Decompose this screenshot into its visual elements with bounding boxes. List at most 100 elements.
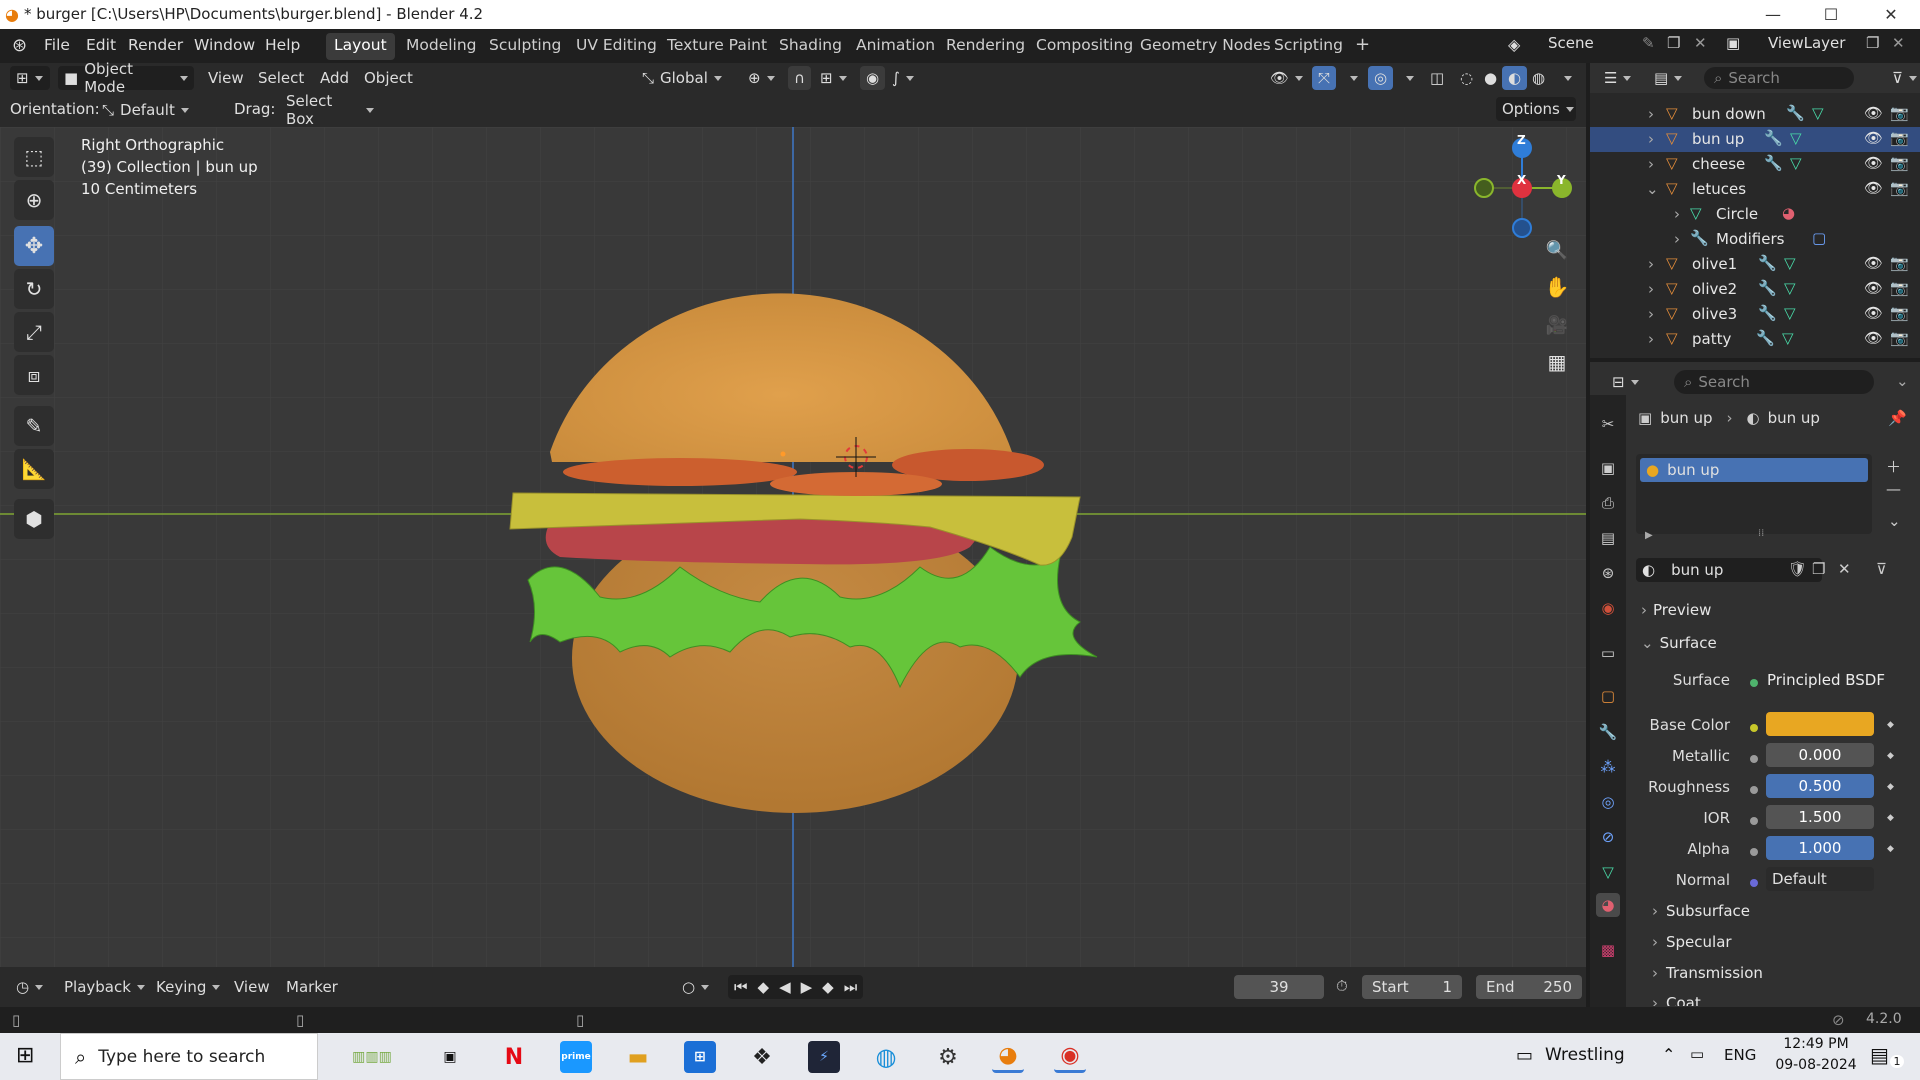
- delete-view-layer-icon[interactable]: ✕: [1892, 34, 1905, 52]
- tab-scripting[interactable]: Scripting: [1266, 33, 1351, 60]
- add-cube-tool[interactable]: ⬢: [14, 499, 54, 539]
- play-icon[interactable]: ▶: [801, 978, 813, 996]
- outliner-row-olive3[interactable]: › ▽ olive3 🔧 ▽ 👁 📷: [1590, 302, 1920, 327]
- timeline-editor-type[interactable]: ◷: [10, 975, 49, 999]
- visibility-eye-icon[interactable]: 👁: [1864, 129, 1883, 147]
- expand-icon[interactable]: ›: [1648, 130, 1654, 148]
- add-workspace-button[interactable]: +: [1347, 31, 1378, 58]
- display-mode-dropdown[interactable]: ▤: [1648, 66, 1688, 90]
- coat-section[interactable]: › Coat: [1652, 994, 1701, 1006]
- visibility-eye-icon[interactable]: 👁: [1864, 154, 1883, 172]
- material-shading-button[interactable]: ◐: [1502, 66, 1528, 90]
- notification-icon[interactable]: ▤: [1870, 1043, 1889, 1067]
- tab-modeling[interactable]: Modeling: [398, 33, 485, 60]
- specular-section[interactable]: › Specular: [1652, 933, 1732, 951]
- tab-animation[interactable]: Animation: [848, 33, 943, 60]
- tab-geometry-nodes[interactable]: Geometry Nodes: [1132, 33, 1279, 60]
- visibility-eye-icon[interactable]: 👁: [1864, 179, 1883, 197]
- jump-start-icon[interactable]: ⏮: [734, 978, 748, 996]
- timeline-view-menu[interactable]: View: [228, 975, 276, 999]
- outliner-editor-type[interactable]: ☰: [1598, 66, 1637, 90]
- expand-icon[interactable]: ›: [1648, 155, 1654, 173]
- visibility-eye-icon[interactable]: 👁: [1864, 254, 1883, 272]
- tray-chevron-icon[interactable]: ⌃: [1662, 1045, 1675, 1064]
- tab-object[interactable]: ▢: [1596, 684, 1620, 708]
- properties-search-input[interactable]: ⌕ Search: [1674, 370, 1874, 394]
- editor-type-button[interactable]: ⊞: [10, 66, 50, 90]
- surface-section[interactable]: ⌄ Surface: [1641, 634, 1717, 652]
- unlink-material-icon[interactable]: ✕: [1838, 560, 1851, 578]
- end-frame-field[interactable]: End 250: [1476, 975, 1582, 999]
- menu-render[interactable]: Render: [128, 36, 183, 54]
- viewport-menu-select[interactable]: Select: [252, 66, 310, 90]
- base-color-swatch[interactable]: [1766, 712, 1874, 736]
- jump-end-icon[interactable]: ⏭: [844, 978, 858, 996]
- minimize-button[interactable]: —: [1744, 0, 1802, 29]
- keyframe-dot-icon[interactable]: ◆: [1887, 751, 1894, 761]
- delete-scene-icon[interactable]: ✕: [1694, 34, 1707, 52]
- outliner-search-input[interactable]: ⌕ Search: [1704, 67, 1854, 89]
- render-camera-icon[interactable]: 📷: [1890, 279, 1909, 297]
- duplicate-material-icon[interactable]: ❐: [1812, 560, 1825, 578]
- autokey-toggle[interactable]: ○: [676, 975, 715, 999]
- rotate-tool[interactable]: ↻: [14, 269, 54, 309]
- scene-name[interactable]: Scene: [1548, 34, 1594, 52]
- chevron-down-icon[interactable]: ⌄: [1896, 372, 1909, 390]
- new-scene-icon[interactable]: ❐: [1667, 34, 1680, 52]
- overlay-dropdown[interactable]: [1394, 66, 1420, 90]
- edge-icon[interactable]: ◍: [870, 1041, 902, 1073]
- tab-constraints[interactable]: ⊘: [1596, 825, 1620, 849]
- news-widget-icon[interactable]: ▥▥▥: [324, 1041, 420, 1073]
- play-reverse-icon[interactable]: ◀: [779, 978, 791, 996]
- material-name-field[interactable]: bun up: [1671, 561, 1723, 579]
- expand-icon[interactable]: ›: [1648, 280, 1654, 298]
- language-indicator[interactable]: ENG: [1724, 1046, 1756, 1064]
- taskbar-search-input[interactable]: ⌕ Type here to search: [60, 1033, 318, 1080]
- tab-output[interactable]: ⎙: [1596, 491, 1620, 515]
- store-icon[interactable]: ⊞: [684, 1041, 716, 1073]
- pan-button[interactable]: ✋: [1540, 270, 1574, 304]
- zoom-button[interactable]: 🔍: [1540, 233, 1574, 267]
- outliner-row-cheese[interactable]: › ▽ cheese 🔧 ▽ 👁 📷: [1590, 152, 1920, 177]
- visibility-dropdown[interactable]: 👁: [1264, 66, 1309, 90]
- orientation-dropdown[interactable]: ⤡ Default: [96, 98, 216, 122]
- properties-editor-type[interactable]: ⊟: [1606, 370, 1645, 394]
- ortho-toggle-button[interactable]: ▦: [1540, 345, 1574, 379]
- close-button[interactable]: ✕: [1862, 0, 1920, 29]
- viewport-menu-add[interactable]: Add: [314, 66, 355, 90]
- clock-date[interactable]: 09-08-2024: [1766, 1057, 1866, 1073]
- prime-video-icon[interactable]: prime: [560, 1041, 592, 1073]
- keying-menu[interactable]: Keying: [150, 975, 226, 999]
- select-box-tool[interactable]: ⬚: [14, 137, 54, 177]
- preview-section[interactable]: › Preview: [1641, 601, 1711, 619]
- snap-dropdown[interactable]: ⊞: [814, 66, 853, 90]
- slot-specials-button[interactable]: ⌄: [1888, 512, 1901, 530]
- camera-view-button[interactable]: 🎥: [1540, 308, 1574, 342]
- expand-icon[interactable]: ›: [1648, 330, 1654, 348]
- tab-modifiers[interactable]: 🔧: [1596, 720, 1620, 744]
- visibility-eye-icon[interactable]: 👁: [1864, 329, 1883, 347]
- fake-user-icon[interactable]: 🛡: [1788, 560, 1807, 578]
- outliner-row-circle[interactable]: › ▽ Circle ◕: [1590, 202, 1920, 227]
- visibility-eye-icon[interactable]: 👁: [1864, 304, 1883, 322]
- settings-gear-icon[interactable]: ⚙: [932, 1041, 964, 1073]
- solid-shading-button[interactable]: ●: [1478, 66, 1503, 90]
- netflix-icon[interactable]: N: [498, 1041, 530, 1073]
- file-explorer-icon[interactable]: ▬: [622, 1041, 654, 1073]
- snap-toggle[interactable]: ∩: [788, 66, 811, 90]
- node-tree-icon[interactable]: ⊽: [1876, 560, 1887, 578]
- rendered-shading-button[interactable]: ◍: [1526, 66, 1551, 90]
- new-view-layer-icon[interactable]: ❐: [1866, 34, 1879, 52]
- outliner-row-olive1[interactable]: › ▽ olive1 🔧 ▽ 👁 📷: [1590, 252, 1920, 277]
- collapse-icon[interactable]: ⌄: [1646, 180, 1659, 198]
- battery-icon[interactable]: ▭: [1690, 1045, 1704, 1063]
- expand-icon[interactable]: ›: [1648, 305, 1654, 323]
- expand-arrow-icon[interactable]: ▶: [1645, 530, 1653, 541]
- pin-icon[interactable]: ✎: [1642, 34, 1655, 52]
- filter-dropdown[interactable]: ⊽: [1886, 66, 1920, 90]
- render-camera-icon[interactable]: 📷: [1890, 154, 1909, 172]
- menu-edit[interactable]: Edit: [86, 36, 116, 54]
- tab-material[interactable]: ◕: [1596, 893, 1620, 917]
- outliner-row-patty[interactable]: › ▽ patty 🔧 ▽ 👁 📷: [1590, 327, 1920, 352]
- current-frame-field[interactable]: 39: [1234, 975, 1324, 999]
